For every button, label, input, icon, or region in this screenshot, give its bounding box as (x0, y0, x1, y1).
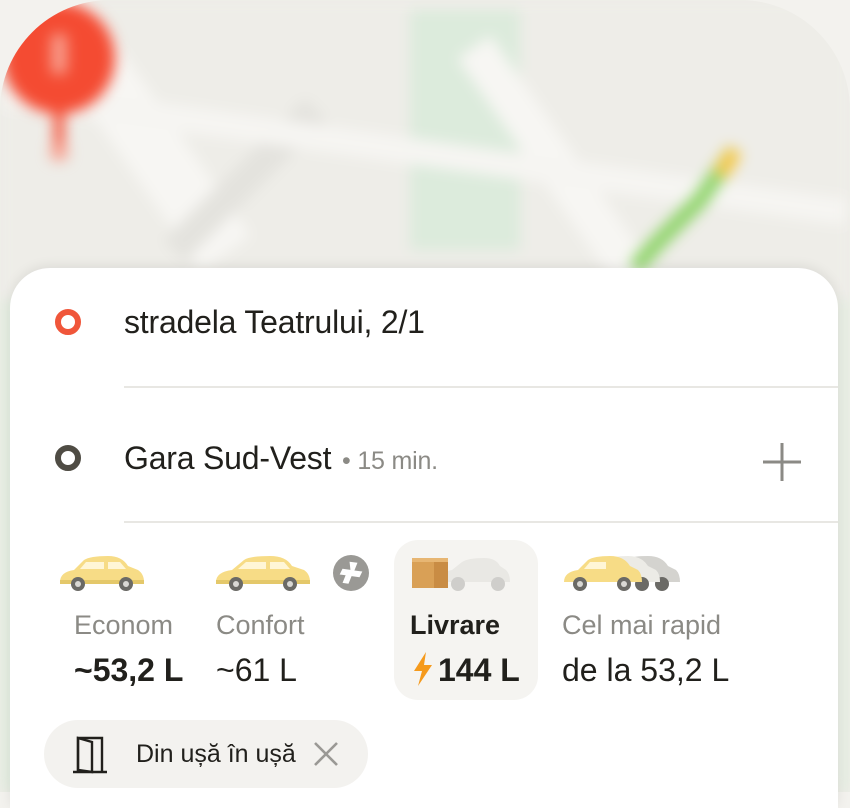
order-bottom-sheet: stradela Teatrului, 2/1 Gara Sud-Vest • … (10, 268, 838, 808)
destination-eta: • 15 min. (335, 447, 438, 475)
plus-badge-icon (333, 555, 369, 591)
door-to-door-chip[interactable]: Din ușă în ușă (44, 720, 368, 788)
origin-row[interactable]: stradela Teatrului, 2/1 (10, 268, 838, 388)
cars-group-icon (564, 556, 680, 591)
chip-label: Din ușă în ușă (136, 740, 296, 768)
destination-name: Gara Sud-Vest (124, 440, 332, 476)
tariff-price: ~53,2 L (74, 652, 184, 688)
add-stop-button[interactable] (760, 440, 804, 484)
tariff-cel-mai-rapid[interactable]: Cel mai rapid de la 53,2 L (550, 540, 770, 700)
divider (124, 386, 838, 388)
tariff-name: Econom (74, 610, 174, 640)
tariff-name: Confort (216, 610, 305, 640)
car-icon (216, 556, 310, 591)
divider (124, 521, 838, 523)
origin-dot-icon (55, 309, 81, 335)
tariff-econom[interactable]: Econom ~53,2 L (56, 540, 196, 700)
car-icon (60, 556, 144, 591)
delivery-car-icon (412, 558, 510, 591)
tariff-livrare[interactable]: Livrare 144 L (394, 540, 538, 700)
tariff-name: Livrare (410, 610, 501, 640)
destination-address[interactable]: Gara Sud-Vest • 15 min. (124, 440, 438, 477)
tariff-selector: Econom ~53,2 L Confort ~61 L Livrare 144… (10, 538, 838, 708)
destination-pin-icon[interactable] (0, 0, 118, 170)
close-icon[interactable] (312, 740, 340, 768)
tariff-price: de la 53,2 L (562, 652, 730, 688)
tariff-price: 144 L (438, 652, 520, 688)
origin-address[interactable]: stradela Teatrului, 2/1 (124, 304, 425, 341)
tariff-price: ~61 L (216, 652, 297, 688)
door-icon (73, 736, 107, 774)
tariff-name: Cel mai rapid (562, 610, 722, 640)
destination-dot-icon (55, 445, 81, 471)
lightning-icon (414, 652, 432, 686)
plus-icon (763, 443, 801, 481)
